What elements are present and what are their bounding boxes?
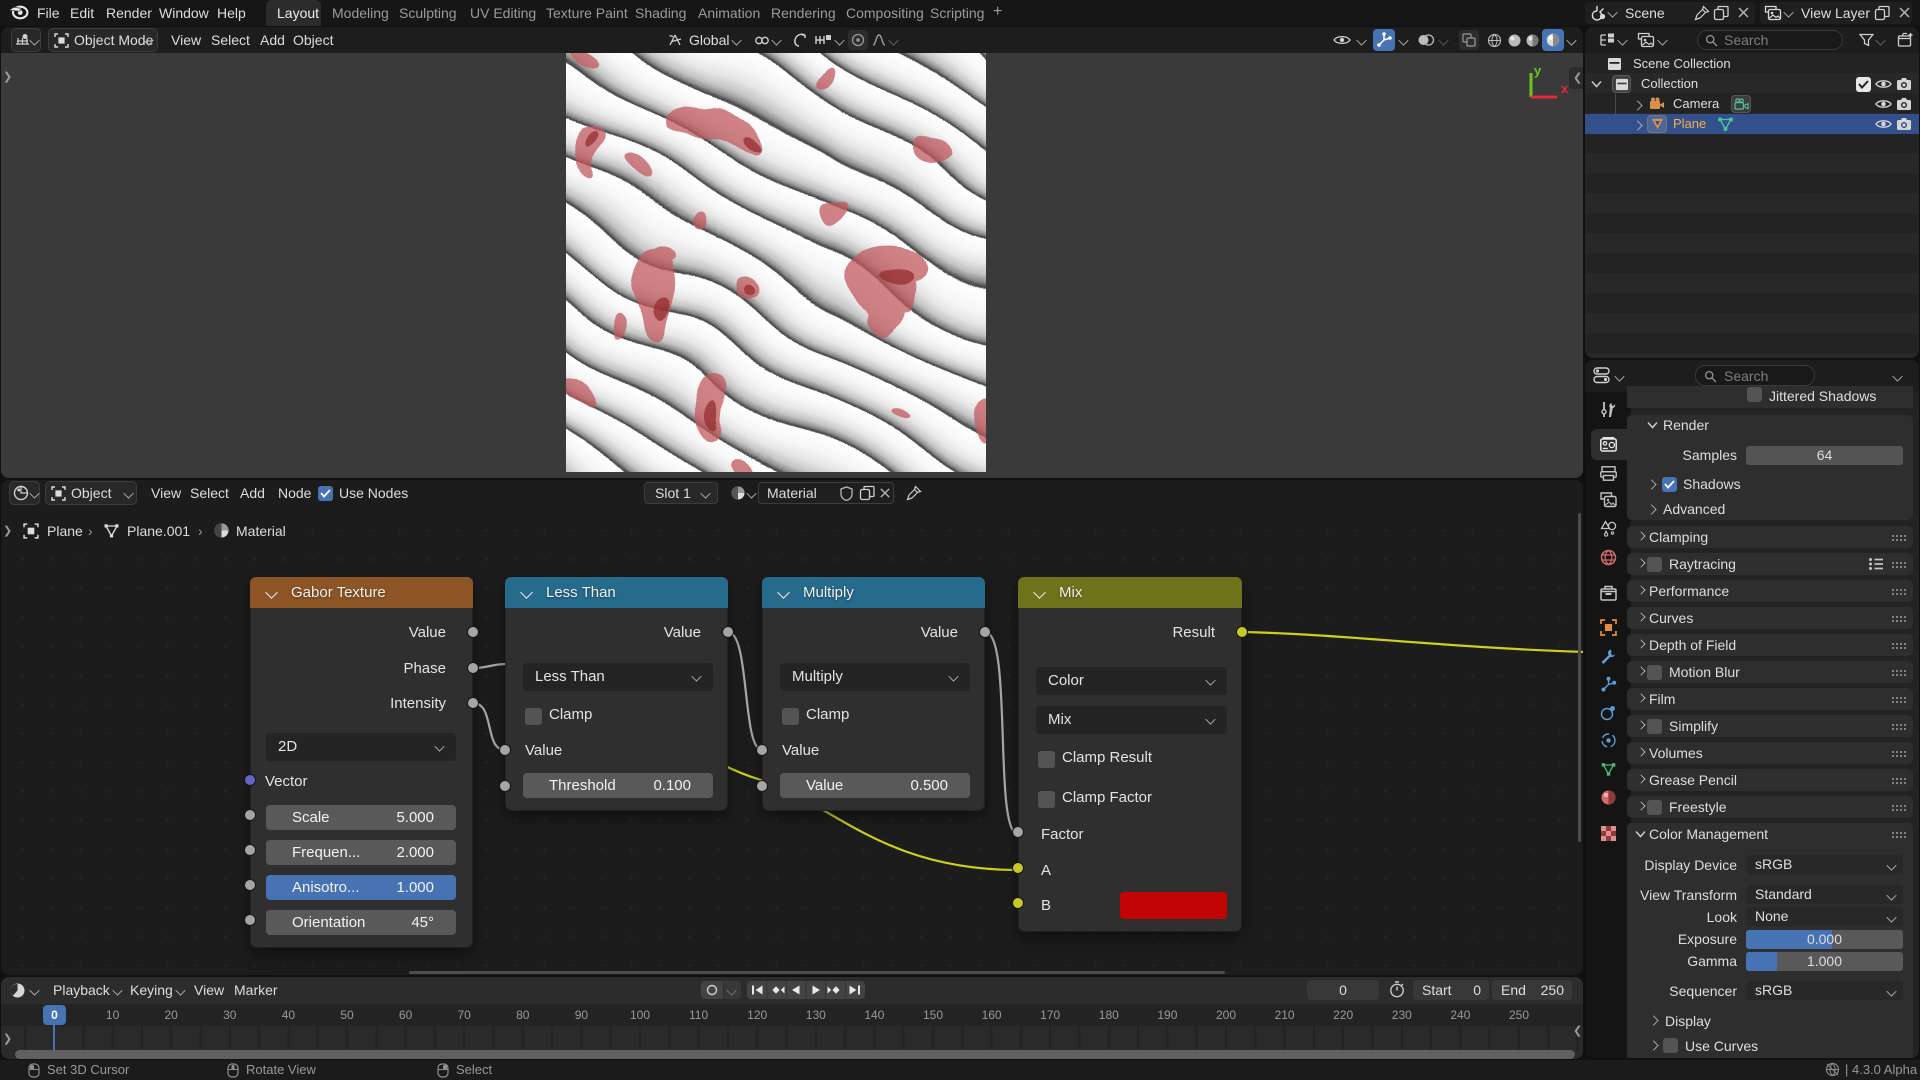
svg-text:x: x [1561,81,1569,96]
svg-text:y: y [1534,65,1542,78]
